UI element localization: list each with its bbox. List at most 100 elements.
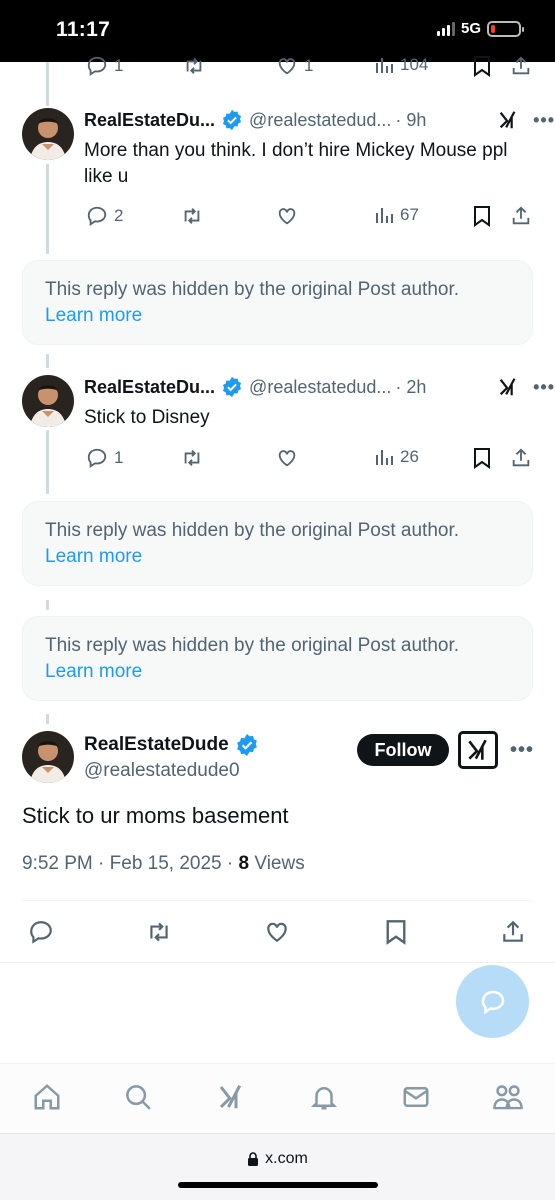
avatar[interactable] bbox=[22, 108, 74, 160]
share-button[interactable] bbox=[510, 55, 532, 77]
bookmark-button[interactable] bbox=[384, 919, 408, 950]
more-icon[interactable]: ••• bbox=[533, 377, 555, 398]
divider bbox=[22, 900, 533, 901]
battery-icon bbox=[487, 20, 524, 37]
views-button[interactable]: 67 bbox=[374, 205, 419, 225]
bookmark-button[interactable] bbox=[472, 205, 492, 227]
messages-icon bbox=[403, 1087, 429, 1107]
thread-line bbox=[46, 430, 49, 494]
view-count: 67 bbox=[400, 205, 419, 224]
tab-home[interactable] bbox=[32, 1082, 62, 1117]
like-button[interactable] bbox=[264, 919, 290, 950]
more-icon[interactable]: ••• bbox=[510, 739, 534, 762]
repost-icon bbox=[184, 450, 200, 466]
verified-badge-icon bbox=[236, 734, 257, 756]
tab-grok[interactable] bbox=[216, 1082, 246, 1117]
notifications-icon bbox=[310, 1087, 338, 1110]
reply-count: 1 bbox=[114, 448, 124, 467]
divider bbox=[0, 962, 555, 963]
post-time[interactable]: · 9h bbox=[395, 110, 426, 131]
reply-header: RealEstateDu... @realestatedud... · 9h bbox=[84, 108, 535, 132]
views-label: Views bbox=[249, 853, 305, 874]
home-icon bbox=[34, 1084, 60, 1110]
bookmark-icon bbox=[474, 56, 490, 77]
heart-icon bbox=[278, 208, 296, 225]
main-author-name[interactable]: RealEstateDude bbox=[84, 733, 259, 757]
avatar[interactable] bbox=[22, 375, 74, 427]
grok-icon bbox=[468, 739, 487, 760]
thread-line bbox=[46, 600, 49, 610]
reply-count: 1 bbox=[114, 56, 124, 75]
post-time[interactable]: · 2h bbox=[395, 377, 426, 398]
share-button[interactable] bbox=[510, 447, 532, 469]
author-name[interactable]: RealEstateDu... bbox=[84, 377, 215, 398]
main-post-text: Stick to ur moms basement bbox=[22, 803, 289, 828]
tab-notifications[interactable] bbox=[309, 1082, 339, 1117]
share-button[interactable] bbox=[510, 205, 532, 227]
reply-button[interactable]: 1 bbox=[86, 447, 123, 469]
post-text: Stick to Disney bbox=[84, 407, 210, 428]
reply-icon bbox=[87, 206, 107, 226]
views-icon bbox=[376, 208, 393, 223]
tab-communities[interactable] bbox=[492, 1082, 524, 1117]
grok-icon[interactable] bbox=[497, 376, 519, 398]
reply-icon bbox=[30, 921, 52, 944]
bookmark-button[interactable] bbox=[472, 55, 492, 77]
bookmark-button[interactable] bbox=[472, 447, 492, 469]
reply-icon bbox=[481, 990, 504, 1014]
repost-button[interactable] bbox=[180, 205, 204, 227]
author-handle[interactable]: @realestatedud... bbox=[249, 110, 391, 131]
post-text: More than you think. I don’t hire Mickey… bbox=[84, 140, 508, 187]
compose-reply-button[interactable] bbox=[456, 965, 529, 1038]
reply-header: RealEstateDu... @realestatedud... · 2h bbox=[84, 375, 535, 399]
learn-more-link[interactable]: Learn more bbox=[45, 659, 510, 685]
grok-button[interactable] bbox=[458, 731, 498, 769]
repost-button[interactable] bbox=[180, 447, 204, 469]
reply-button[interactable]: 2 bbox=[86, 205, 123, 227]
views-button[interactable]: 104 bbox=[374, 55, 428, 75]
learn-more-link[interactable]: Learn more bbox=[45, 303, 510, 329]
status-bar: 11:17 5G bbox=[0, 0, 555, 62]
more-icon[interactable]: ••• bbox=[533, 110, 555, 131]
learn-more-link[interactable]: Learn more bbox=[45, 544, 510, 570]
repost-icon bbox=[186, 58, 202, 74]
views-icon bbox=[376, 58, 393, 73]
like-button[interactable]: 1 bbox=[276, 55, 313, 77]
view-count: 26 bbox=[400, 447, 419, 466]
verified-badge-icon bbox=[222, 109, 242, 131]
tab-messages[interactable] bbox=[401, 1082, 431, 1117]
author-name[interactable]: RealEstateDude bbox=[84, 734, 229, 756]
like-button[interactable] bbox=[276, 447, 298, 469]
verified-badge-icon bbox=[222, 376, 242, 398]
like-button[interactable] bbox=[276, 205, 298, 227]
signal-icon bbox=[436, 21, 455, 36]
repost-button[interactable] bbox=[182, 55, 206, 77]
main-author-handle[interactable]: @realestatedude0 bbox=[84, 760, 240, 782]
reply-icon bbox=[87, 448, 107, 468]
avatar[interactable] bbox=[22, 731, 74, 783]
bookmark-icon bbox=[474, 448, 490, 469]
heart-icon bbox=[278, 58, 296, 75]
follow-button[interactable]: Follow bbox=[357, 734, 449, 766]
grok-icon bbox=[219, 1085, 242, 1109]
thread-line bbox=[46, 164, 49, 254]
url-text[interactable]: x.com bbox=[265, 1150, 308, 1168]
browser-url-bar[interactable]: x.com bbox=[0, 1133, 555, 1200]
grok-icon[interactable] bbox=[497, 109, 519, 131]
tab-search[interactable] bbox=[123, 1082, 153, 1117]
status-time: 11:17 bbox=[56, 18, 111, 41]
main-action-row bbox=[0, 919, 555, 947]
author-handle[interactable]: @realestatedud... bbox=[249, 377, 391, 398]
share-button[interactable] bbox=[500, 919, 526, 950]
repost-button[interactable] bbox=[144, 919, 174, 950]
reply-button[interactable] bbox=[28, 919, 54, 950]
hidden-reply-text: This reply was hidden by the original Po… bbox=[45, 279, 460, 300]
author-name[interactable]: RealEstateDu... bbox=[84, 110, 215, 131]
home-indicator[interactable] bbox=[178, 1182, 378, 1188]
views-button[interactable]: 26 bbox=[374, 447, 419, 467]
share-icon bbox=[512, 448, 530, 467]
reply-button[interactable]: 1 bbox=[86, 55, 123, 77]
status-indicators: 5G bbox=[436, 20, 524, 37]
post-timestamp[interactable]: 9:52 PM · Feb 15, 2025 · bbox=[22, 853, 239, 874]
heart-icon bbox=[278, 450, 296, 467]
